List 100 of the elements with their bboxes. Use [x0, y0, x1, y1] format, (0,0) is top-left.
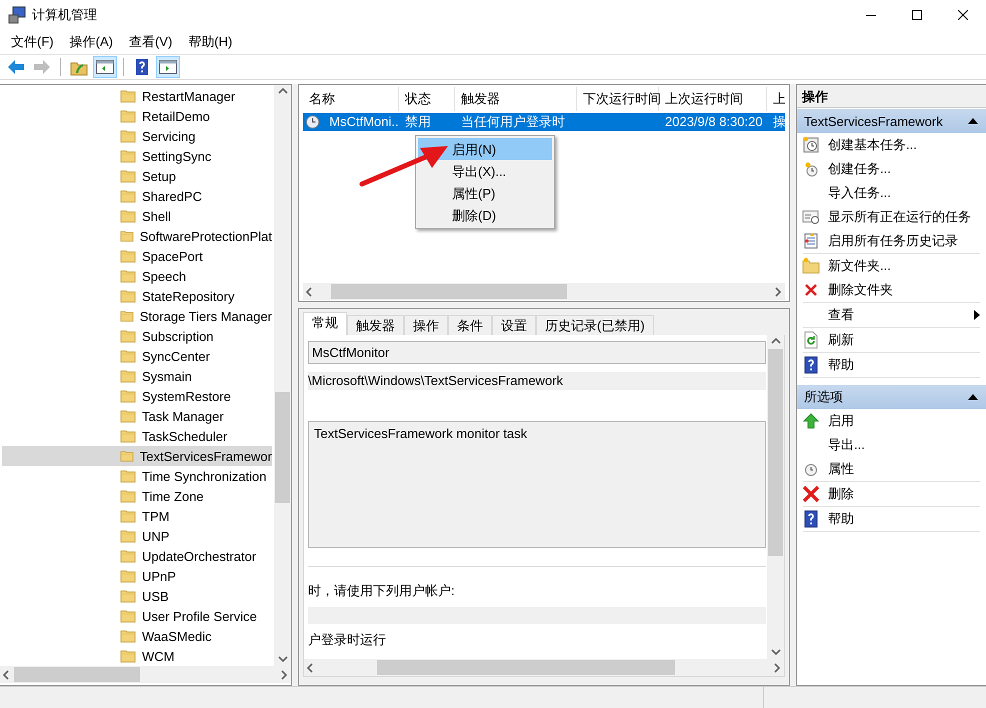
tab[interactable]: 设置 [492, 315, 536, 335]
scrollbar[interactable] [304, 659, 784, 676]
action-item[interactable]: 新文件夹... [802, 254, 980, 278]
toolbar-button[interactable] [156, 56, 180, 78]
tree-item[interactable]: UPnP [2, 566, 272, 586]
action-item[interactable]: 启用所有任务历史记录 [802, 229, 980, 253]
action-item[interactable]: 创建任务... [802, 157, 980, 181]
scrollbar-thumb[interactable] [768, 349, 783, 556]
column-header[interactable]: 下次运行时间 [577, 87, 659, 111]
menu-item[interactable]: 查看(V) [122, 31, 180, 53]
tree-item[interactable]: TPM [2, 506, 272, 526]
description-field[interactable]: TextServicesFramework monitor task [308, 421, 766, 548]
folder-icon [120, 409, 136, 423]
folder-icon [120, 469, 136, 483]
action-item[interactable]: 刷新 [802, 328, 980, 352]
delete-icon [802, 485, 820, 503]
menu-item[interactable]: 操作(A) [62, 31, 120, 53]
folder-icon [120, 369, 136, 383]
scrollbar-thumb[interactable] [376, 660, 676, 675]
tree-item[interactable]: SoftwareProtectionPlat [2, 226, 272, 246]
tree-item[interactable]: Speech [2, 266, 272, 286]
tree-item[interactable]: TaskScheduler [2, 426, 272, 446]
action-item[interactable]: 导入任务... [802, 181, 980, 205]
tree-item[interactable]: Setup [2, 166, 272, 186]
tree-item[interactable]: Time Synchronization [2, 466, 272, 486]
action-item[interactable]: 查看 [802, 303, 980, 327]
tree-item[interactable]: SystemRestore [2, 386, 272, 406]
name-field[interactable]: MsCtfMonitor [308, 341, 766, 364]
tree-item[interactable]: SpacePort [2, 246, 272, 266]
tree-item[interactable]: Servicing [2, 126, 272, 146]
toolbar-button[interactable] [93, 56, 117, 78]
help-icon [802, 356, 820, 374]
tab[interactable]: 历史记录(已禁用) [536, 315, 654, 335]
section-header[interactable]: TextServicesFramework [797, 109, 986, 133]
scrollbar-thumb[interactable] [275, 392, 290, 503]
tree-item[interactable]: Subscription [2, 326, 272, 346]
tree-item[interactable]: Shell [2, 206, 272, 226]
folder-icon [120, 629, 136, 643]
action-item[interactable]: 属性 [802, 457, 980, 481]
tree-item[interactable]: WaaSMedic [2, 626, 272, 646]
tree-item[interactable]: RetailDemo [2, 106, 272, 126]
tree-item[interactable]: StateRepository [2, 286, 272, 306]
tab[interactable]: 常规 [303, 312, 347, 335]
column-header[interactable]: 触发器 [455, 87, 577, 111]
action-item[interactable]: 创建基本任务... [802, 133, 980, 157]
tree-item[interactable]: SharedPC [2, 186, 272, 206]
tree-item[interactable]: WCM [2, 646, 272, 666]
column-header[interactable]: 名称 [303, 87, 399, 111]
tree-item[interactable]: USB [2, 586, 272, 606]
collapse-icon[interactable] [968, 117, 978, 125]
calendar-clock-icon [802, 136, 820, 154]
tab[interactable]: 触发器 [347, 315, 404, 335]
context-menu-item[interactable]: 导出(X)... [418, 160, 552, 182]
action-item[interactable]: 帮助 [802, 353, 980, 377]
scrollbar[interactable] [0, 666, 291, 683]
tab[interactable]: 条件 [448, 315, 492, 335]
scrollbar-thumb[interactable] [330, 284, 567, 299]
action-item[interactable]: 删除文件夹 [802, 278, 980, 302]
folder-icon [120, 309, 134, 323]
folder-icon [120, 109, 136, 123]
tree-item[interactable]: Sysmain [2, 366, 272, 386]
tree-item[interactable]: TextServicesFramewor [2, 446, 272, 466]
tree-item[interactable]: UpdateOrchestrator [2, 546, 272, 566]
folder-icon [120, 169, 136, 183]
forward-arrow-icon [32, 58, 52, 76]
pane-right-icon [158, 58, 178, 76]
collapse-icon[interactable] [968, 393, 978, 401]
tree-item[interactable]: User Profile Service [2, 606, 272, 626]
folder-icon [120, 509, 136, 523]
folder-icon [120, 89, 136, 103]
tree-item[interactable]: Task Manager [2, 406, 272, 426]
tree-item[interactable]: SyncCenter [2, 346, 272, 366]
action-item[interactable]: 帮助 [802, 507, 980, 531]
account-prompt: 时，请使用下列用户帐户: [308, 582, 456, 600]
folder-icon [120, 249, 136, 263]
action-item[interactable]: 删除 [802, 482, 980, 506]
menu-item[interactable]: 文件(F) [4, 31, 61, 53]
scrollbar[interactable] [274, 85, 291, 666]
scrollbar[interactable] [303, 283, 785, 300]
context-menu-item[interactable]: 删除(D) [418, 204, 552, 226]
run-option[interactable]: 户登录时运行 [308, 631, 766, 649]
context-menu-item[interactable]: 属性(P) [418, 182, 552, 204]
scrollbar-thumb[interactable] [14, 667, 140, 682]
section-header[interactable]: 所选项 [797, 385, 986, 409]
tab[interactable]: 操作 [404, 315, 448, 335]
context-menu-item[interactable]: 启用(N) [418, 138, 552, 160]
action-item[interactable]: 启用 [802, 409, 980, 433]
action-item[interactable]: 导出... [802, 433, 980, 457]
tree-item[interactable]: Storage Tiers Manager [2, 306, 272, 326]
column-header[interactable]: 状态 [399, 87, 455, 111]
tree-item[interactable]: RestartManager [2, 86, 272, 106]
menu-item[interactable]: 帮助(H) [181, 31, 240, 53]
column-header[interactable]: 上次运行时间 [659, 87, 767, 111]
tree-item[interactable]: Time Zone [2, 486, 272, 506]
tree-item[interactable]: SettingSync [2, 146, 272, 166]
list-clock-icon [802, 208, 820, 226]
tree-item[interactable]: UNP [2, 526, 272, 546]
action-item[interactable]: 显示所有正在运行的任务 [802, 205, 980, 229]
folder-icon [120, 289, 136, 303]
help-icon [802, 510, 820, 528]
